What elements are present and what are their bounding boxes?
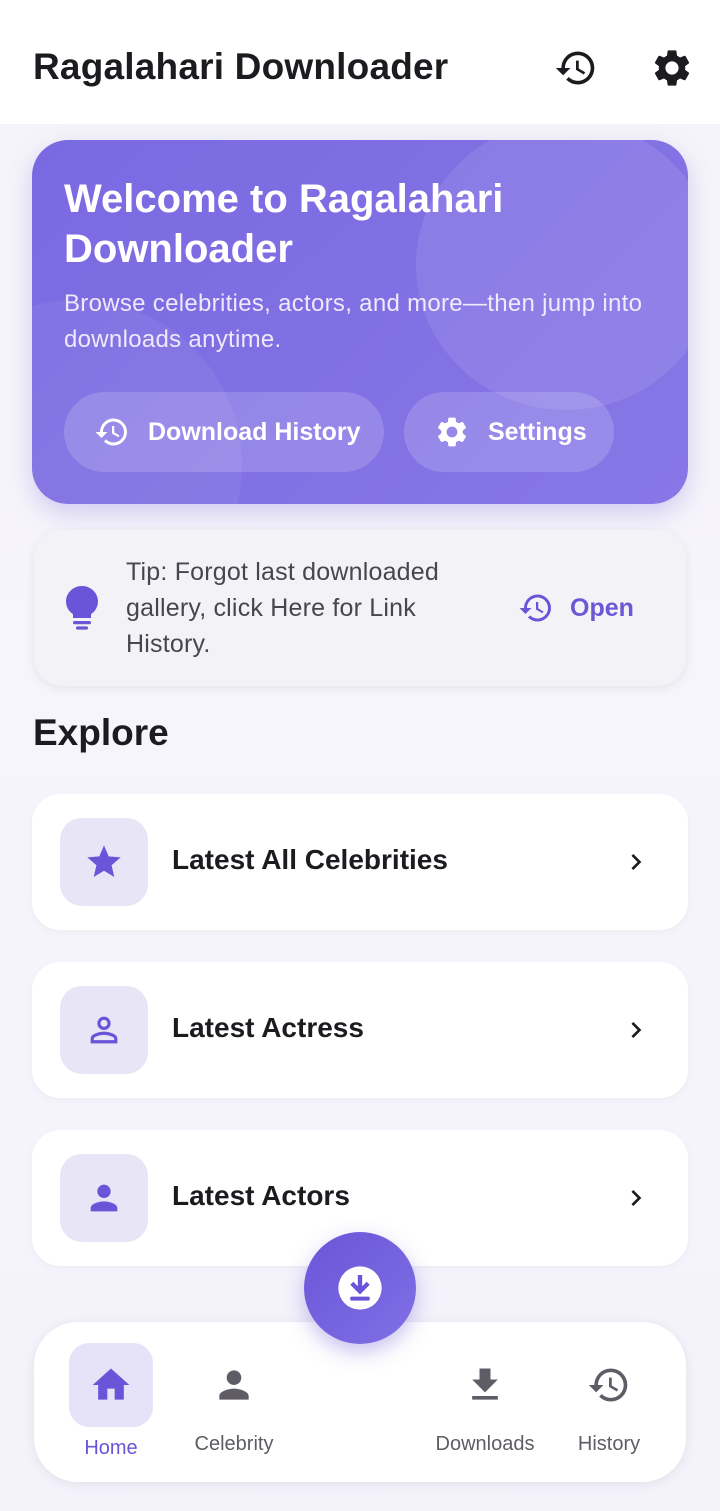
lightbulb-icon xyxy=(66,586,98,630)
explore-item-label: Latest Actress xyxy=(172,1012,364,1043)
nav-home[interactable]: Home xyxy=(69,1322,153,1482)
bottom-navigation: Home Celebrity Downloads History xyxy=(34,1322,686,1482)
chevron-right-icon xyxy=(631,1190,642,1206)
nav-label: History xyxy=(577,1433,641,1455)
open-label: Open xyxy=(570,593,634,622)
icon-tile xyxy=(60,986,148,1074)
welcome-title: Welcome to Ragalahari Downloader xyxy=(64,177,504,271)
history-icon xyxy=(555,51,595,85)
chevron-right-icon xyxy=(631,1022,642,1038)
download-fab[interactable] xyxy=(304,1232,416,1344)
app-title: Ragalahari Downloader xyxy=(33,46,449,87)
welcome-card: Welcome to Ragalahari Downloader Browse … xyxy=(32,140,688,504)
explore-item-all-celebrities[interactable]: Latest All Celebrities xyxy=(32,794,688,930)
home-icon xyxy=(92,1368,130,1400)
open-history-button[interactable]: Open xyxy=(518,588,634,628)
explore-item-actress[interactable]: Latest Actress xyxy=(32,962,688,1098)
icon-tile xyxy=(60,1154,148,1242)
person-icon xyxy=(90,1184,118,1212)
history-icon xyxy=(588,1368,628,1402)
explore-heading: Explore xyxy=(33,712,169,753)
history-icon xyxy=(95,418,127,446)
gear-icon xyxy=(437,417,467,447)
settings-label: Settings xyxy=(488,417,587,446)
nav-indicator xyxy=(69,1343,153,1427)
nav-label: Home xyxy=(84,1437,138,1459)
star-icon xyxy=(87,845,121,877)
settings-pill-button[interactable]: Settings xyxy=(404,392,614,472)
nav-history[interactable]: History xyxy=(564,1322,654,1482)
nav-indicator xyxy=(443,1343,527,1427)
explore-item-label: Latest Actors xyxy=(172,1180,350,1211)
chevron-right-icon xyxy=(631,854,642,870)
app-bar: Ragalahari Downloader xyxy=(0,0,720,124)
settings-button[interactable] xyxy=(648,44,696,92)
download-history-label: Download History xyxy=(148,417,361,446)
welcome-subtitle: Browse celebrities, actors, and more—the… xyxy=(64,290,643,353)
download-history-button[interactable]: Download History xyxy=(64,392,384,472)
tip-card: Tip: Forgot last downloaded gallery, cli… xyxy=(34,530,686,686)
download-icon xyxy=(338,1266,382,1310)
nav-label: Downloads xyxy=(435,1433,535,1455)
person-icon xyxy=(219,1370,249,1400)
nav-label: Celebrity xyxy=(194,1433,274,1455)
nav-indicator xyxy=(567,1343,651,1427)
nav-downloads[interactable]: Downloads xyxy=(430,1322,540,1482)
gear-icon xyxy=(654,50,690,86)
person-outline-icon xyxy=(90,1016,118,1044)
explore-item-label: Latest All Celebrities xyxy=(172,844,448,875)
nav-celebrity[interactable]: Celebrity xyxy=(184,1322,284,1482)
download-icon xyxy=(472,1368,498,1400)
history-icon xyxy=(519,594,551,622)
tip-text: Tip: Forgot last downloaded gallery, cli… xyxy=(126,558,439,658)
history-button[interactable] xyxy=(552,44,600,92)
icon-tile xyxy=(60,818,148,906)
nav-indicator xyxy=(192,1343,276,1427)
